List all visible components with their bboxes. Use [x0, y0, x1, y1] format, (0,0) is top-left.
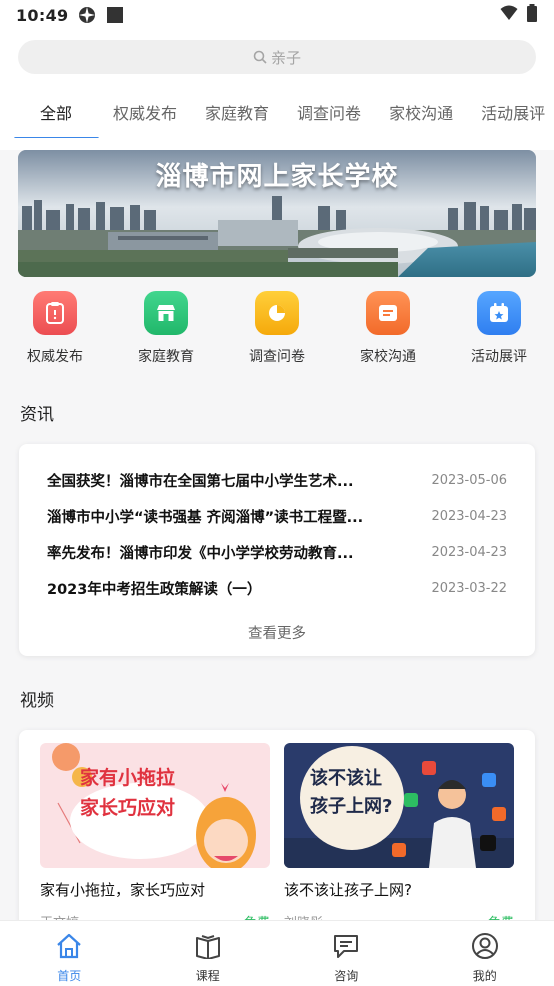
tab-survey[interactable]: 调查问卷: [283, 92, 375, 138]
news-item[interactable]: 2023年中考招生政策解读（一） 2023-03-22: [47, 576, 507, 600]
video-thumbnail[interactable]: 该不该让 孩子上网?: [284, 743, 514, 868]
video-thumbnail-text: 该不该让 孩子上网?: [310, 768, 393, 817]
video-card: 家有小拖拉 家长巧应对 家有小拖拉，家长巧应对 王文婷 免费: [19, 730, 535, 940]
quick-label: 家校沟通: [360, 349, 416, 365]
quick-item-survey[interactable]: 调查问卷: [222, 287, 332, 366]
nav-home[interactable]: 首页: [0, 921, 139, 986]
tab-home-school[interactable]: 家校沟通: [375, 92, 467, 138]
nav-mine[interactable]: 我的: [416, 921, 554, 986]
quick-item-official-release[interactable]: 权威发布: [0, 287, 110, 366]
nav-label: 首页: [57, 969, 82, 983]
nav-consult[interactable]: 咨询: [277, 921, 416, 986]
search-placeholder: 亲子: [270, 48, 301, 67]
square-icon: [106, 6, 124, 24]
quick-label: 权威发布: [27, 349, 83, 365]
nav-label: 我的: [472, 969, 497, 983]
video-section-title: 视频: [20, 691, 54, 711]
quick-item-activities[interactable]: 活动展评: [444, 287, 554, 366]
status-bar: 10:49: [0, 0, 554, 30]
news-item[interactable]: 全国获奖！淄博市在全国第七届中小学生艺术... 2023-05-06: [47, 468, 507, 492]
news-item-date: 2023-05-06: [431, 472, 507, 488]
news-card: 全国获奖！淄博市在全国第七届中小学生艺术... 2023-05-06 淄博市中小…: [19, 444, 535, 656]
news-section-title: 资讯: [20, 405, 54, 425]
news-item[interactable]: 淄博市中小学“读书强基 齐阅淄博”读书工程暨... 2023-04-23: [47, 504, 507, 528]
news-item-title: 率先发布！淄博市印发《中小学学校劳动教育...: [47, 545, 354, 562]
quick-label: 调查问卷: [249, 349, 305, 365]
user-icon: [471, 933, 499, 963]
status-time: 10:49: [16, 5, 69, 25]
sync-icon: [78, 6, 96, 24]
news-item-date: 2023-04-23: [431, 544, 507, 560]
quick-label: 活动展评: [471, 349, 527, 365]
calendar-icon: [477, 291, 521, 335]
nav-label: 课程: [195, 969, 220, 983]
video-item[interactable]: 家有小拖拉 家长巧应对 家有小拖拉，家长巧应对 王文婷 免费: [40, 743, 270, 931]
video-thumbnail-text: 家有小拖拉 家长巧应对: [80, 767, 176, 819]
tab-family-education[interactable]: 家庭教育: [191, 92, 283, 138]
nav-label: 咨询: [334, 969, 359, 983]
tab-all[interactable]: 全部: [0, 92, 100, 138]
video-item[interactable]: 该不该让 孩子上网? 该不该让孩子上网? 刘晓彤 免费: [284, 743, 514, 931]
video-title: 家有小拖拉，家长巧应对: [40, 881, 206, 899]
tab-official-release[interactable]: 权威发布: [99, 92, 191, 138]
quick-label: 家庭教育: [138, 349, 194, 365]
category-tabs: 全部 权威发布 家庭教育 调查问卷 家校沟通 活动展评: [0, 92, 554, 138]
bottom-nav: 首页 课程 咨询 我的: [0, 920, 554, 986]
news-item[interactable]: 率先发布！淄博市印发《中小学学校劳动教育... 2023-04-23: [47, 540, 507, 564]
news-item-date: 2023-04-23: [431, 508, 507, 524]
search-bar[interactable]: 亲子: [18, 40, 536, 74]
quick-item-home-school[interactable]: 家校沟通: [333, 287, 443, 366]
quick-menu: 权威发布 家庭教育 调查问卷 家校沟通 活动展评: [0, 287, 554, 367]
book-icon: [194, 933, 222, 963]
quick-item-family-education[interactable]: 家庭教育: [111, 287, 221, 366]
banner[interactable]: 淄博市网上家长学校: [18, 150, 536, 277]
message-icon: [366, 291, 410, 335]
nav-courses[interactable]: 课程: [139, 921, 278, 986]
store-icon: [144, 291, 188, 335]
news-item-title: 2023年中考招生政策解读（一）: [47, 581, 262, 598]
news-more-link[interactable]: 查看更多: [19, 622, 535, 643]
video-title: 该不该让孩子上网?: [284, 881, 412, 899]
news-item-date: 2023-03-22: [431, 580, 507, 596]
home-icon: [55, 933, 83, 963]
video-thumbnail[interactable]: 家有小拖拉 家长巧应对: [40, 743, 270, 868]
clipboard-icon: [33, 291, 77, 335]
news-item-title: 全国获奖！淄博市在全国第七届中小学生艺术...: [47, 473, 354, 490]
pie-chart-icon: [255, 291, 299, 335]
wifi-icon: [500, 5, 518, 25]
chat-icon: [332, 933, 360, 963]
search-icon: [253, 50, 267, 64]
news-item-title: 淄博市中小学“读书强基 齐阅淄博”读书工程暨...: [47, 509, 364, 526]
banner-title: 淄博市网上家长学校: [155, 162, 399, 192]
tab-activities[interactable]: 活动展评: [467, 92, 554, 138]
battery-icon: [526, 4, 538, 26]
